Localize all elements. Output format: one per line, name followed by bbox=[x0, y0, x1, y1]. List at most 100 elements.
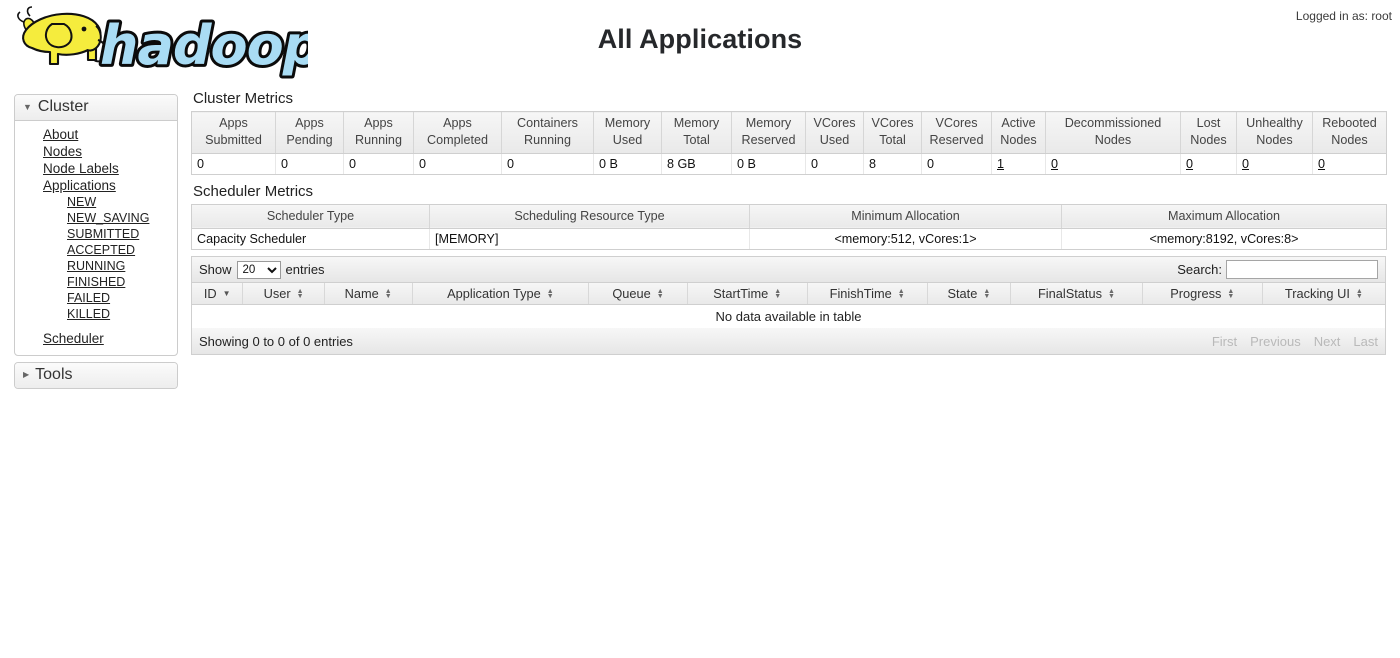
sidebar-item-scheduler[interactable]: Scheduler bbox=[15, 330, 177, 347]
column-label: ID bbox=[203, 286, 217, 302]
cluster-metric-header-9: VCores Total bbox=[863, 111, 922, 154]
cluster-metric-value-9: 8 bbox=[863, 153, 922, 175]
sidebar-item-app-submitted[interactable]: SUBMITTED bbox=[15, 226, 177, 242]
sidebar-item-app-new[interactable]: NEW bbox=[15, 194, 177, 210]
cluster-metric-header-10: VCores Reserved bbox=[921, 111, 992, 154]
scheduler-metric-value-0: Capacity Scheduler bbox=[191, 228, 430, 251]
cluster-metric-header-6: Memory Total bbox=[661, 111, 732, 154]
empty-table-message: No data available in table bbox=[191, 304, 1386, 329]
cluster-metric-header-12: Decommissioned Nodes bbox=[1045, 111, 1181, 154]
cluster-metric-value-4: 0 bbox=[501, 153, 594, 175]
sort-both-icon: ▲ ▼ bbox=[1108, 287, 1115, 300]
cluster-metric-link-13[interactable]: 0 bbox=[1186, 157, 1193, 171]
sort-both-icon: ▲ ▼ bbox=[774, 287, 782, 300]
applications-column-id[interactable]: ID ▼ bbox=[190, 283, 243, 306]
applications-column-queue[interactable]: Queue ▲ ▼ bbox=[588, 283, 688, 306]
sidebar-item-nodes[interactable]: Nodes bbox=[15, 143, 177, 160]
cluster-metric-value-3: 0 bbox=[413, 153, 502, 175]
applications-datatable: Show 20406080100 entries Search: ID ▼ User… bbox=[190, 256, 1387, 356]
sidebar-item-app-finished[interactable]: FINISHED bbox=[15, 274, 177, 290]
cluster-metric-header-2: Apps Running bbox=[343, 111, 414, 154]
sidebar-item-app-accepted[interactable]: ACCEPTED bbox=[15, 242, 177, 258]
showing-entries-label: Showing 0 to 0 of 0 entries bbox=[199, 333, 353, 349]
applications-empty-row: No data available in table bbox=[191, 304, 1386, 329]
cluster-metric-link-12[interactable]: 0 bbox=[1051, 157, 1058, 171]
scheduler-metric-value-1: [MEMORY] bbox=[429, 228, 750, 251]
sort-both-icon: ▲ ▼ bbox=[384, 287, 392, 300]
sidebar: ▼ Cluster About Nodes Node Labels Applic… bbox=[14, 94, 178, 395]
pagination-last: Last bbox=[1353, 333, 1378, 349]
cluster-metric-header-5: Memory Used bbox=[593, 111, 662, 154]
applications-column-finalstatus[interactable]: FinalStatus ▲ ▼ bbox=[1010, 283, 1143, 306]
sidebar-item-about[interactable]: About bbox=[15, 126, 177, 143]
sidebar-header-cluster[interactable]: ▼ Cluster bbox=[15, 95, 177, 121]
column-label: FinalStatus bbox=[1037, 286, 1103, 302]
cluster-metric-value-11[interactable]: 1 bbox=[991, 153, 1046, 175]
page-header: hadoop All Applications Logged in as: ro… bbox=[0, 0, 1400, 82]
cluster-metric-value-0: 0 bbox=[191, 153, 276, 175]
scheduler-metric-header-3: Maximum Allocation bbox=[1061, 203, 1387, 230]
sidebar-item-app-failed[interactable]: FAILED bbox=[15, 290, 177, 306]
column-label: User bbox=[263, 286, 291, 302]
sort-both-icon: ▲ ▼ bbox=[296, 287, 304, 300]
applications-column-tracking-ui[interactable]: Tracking UI ▲ ▼ bbox=[1261, 283, 1387, 306]
page-length-control: Show 20406080100 entries bbox=[199, 260, 325, 279]
cluster-metric-header-15: Rebooted Nodes bbox=[1312, 111, 1387, 154]
cluster-metric-value-2: 0 bbox=[343, 153, 414, 175]
sort-both-icon: ▲ ▼ bbox=[1227, 287, 1235, 300]
applications-column-state[interactable]: State ▲ ▼ bbox=[926, 283, 1011, 306]
column-label: State bbox=[947, 286, 978, 302]
applications-column-name[interactable]: Name ▲ ▼ bbox=[323, 283, 413, 306]
cluster-metrics-header-row: Apps Submitted Apps Pending Apps Running Apps C… bbox=[191, 111, 1387, 154]
scheduler-metrics-header-row: Scheduler Type Scheduling Resource Type Mi… bbox=[191, 203, 1387, 230]
cluster-metric-value-6: 8 GB bbox=[661, 153, 732, 175]
cluster-metric-value-1: 0 bbox=[275, 153, 344, 175]
scheduler-metrics-title: Scheduler Metrics bbox=[193, 182, 314, 200]
applications-column-application-type[interactable]: Application Type ▲ ▼ bbox=[411, 283, 589, 306]
search-input[interactable] bbox=[1226, 260, 1378, 280]
applications-header-row: ID ▼ User ▲ ▼ Name ▲ ▼ Application Type ▲ ▼ Queue ▲ ▼… bbox=[190, 283, 1387, 306]
cluster-metric-header-1: Apps Pending bbox=[275, 111, 344, 154]
applications-column-progress[interactable]: Progress ▲ ▼ bbox=[1141, 283, 1263, 306]
sidebar-header-tools[interactable]: ▶ Tools bbox=[15, 363, 177, 388]
cluster-metric-header-14: Unhealthy Nodes bbox=[1236, 111, 1313, 154]
sidebar-panel-cluster: ▼ Cluster About Nodes Node Labels Applic… bbox=[14, 94, 178, 356]
sidebar-header-cluster-label: Cluster bbox=[37, 98, 89, 115]
cluster-metric-header-4: Containers Running bbox=[501, 111, 594, 154]
sidebar-cluster-body: About Nodes Node Labels Applications NEW… bbox=[15, 121, 177, 355]
scheduler-metric-header-0: Scheduler Type bbox=[191, 203, 430, 230]
cluster-metrics-value-row: 000000 B8 GB 0 B08010000 bbox=[191, 153, 1387, 175]
applications-column-starttime[interactable]: StartTime ▲ ▼ bbox=[686, 283, 808, 306]
sidebar-item-app-new-saving[interactable]: NEW_SAVING bbox=[15, 210, 177, 226]
datatable-footer: Showing 0 to 0 of 0 entries First Previou… bbox=[191, 328, 1386, 356]
sidebar-item-app-killed[interactable]: KILLED bbox=[15, 306, 177, 322]
cluster-metric-value-5: 0 B bbox=[593, 153, 662, 175]
scheduler-metric-value-3: <memory:8192, vCores:8> bbox=[1061, 228, 1387, 251]
cluster-metric-link-14[interactable]: 0 bbox=[1242, 157, 1249, 171]
cluster-metric-link-11[interactable]: 1 bbox=[997, 157, 1004, 171]
cluster-metric-link-15[interactable]: 0 bbox=[1318, 157, 1325, 171]
page-length-select[interactable]: 20406080100 bbox=[236, 260, 281, 279]
logged-in-status: Logged in as: root bbox=[1295, 9, 1392, 23]
sidebar-panel-tools: ▶ Tools bbox=[14, 362, 178, 389]
applications-column-finishtime[interactable]: FinishTime ▲ ▼ bbox=[806, 283, 928, 306]
scheduler-metrics-table: Scheduler Type Scheduling Resource Type Mi… bbox=[191, 203, 1387, 251]
cluster-metric-value-14[interactable]: 0 bbox=[1236, 153, 1313, 175]
column-label: StartTime bbox=[713, 286, 769, 302]
pagination-next: Next bbox=[1313, 333, 1341, 349]
column-label: Queue bbox=[612, 286, 651, 302]
scheduler-metric-value-2: <memory:512, vCores:1> bbox=[749, 228, 1062, 251]
sidebar-item-applications[interactable]: Applications bbox=[15, 177, 177, 194]
sort-both-icon: ▲ ▼ bbox=[1355, 287, 1363, 300]
applications-column-user[interactable]: User ▲ ▼ bbox=[242, 283, 325, 306]
sidebar-item-app-running[interactable]: RUNNING bbox=[15, 258, 177, 274]
cluster-metric-value-12[interactable]: 0 bbox=[1045, 153, 1181, 175]
cluster-metric-value-8: 0 bbox=[805, 153, 864, 175]
cluster-metric-header-11: Active Nodes bbox=[991, 111, 1046, 154]
sort-both-icon: ▲ ▼ bbox=[546, 287, 554, 300]
sidebar-item-node-labels[interactable]: Node Labels bbox=[15, 160, 177, 177]
cluster-metrics-table: Apps Submitted Apps Pending Apps Running Apps C… bbox=[191, 111, 1387, 175]
cluster-metric-value-15[interactable]: 0 bbox=[1312, 153, 1387, 175]
cluster-metric-value-13[interactable]: 0 bbox=[1180, 153, 1237, 175]
scheduler-metric-header-1: Scheduling Resource Type bbox=[429, 203, 750, 230]
